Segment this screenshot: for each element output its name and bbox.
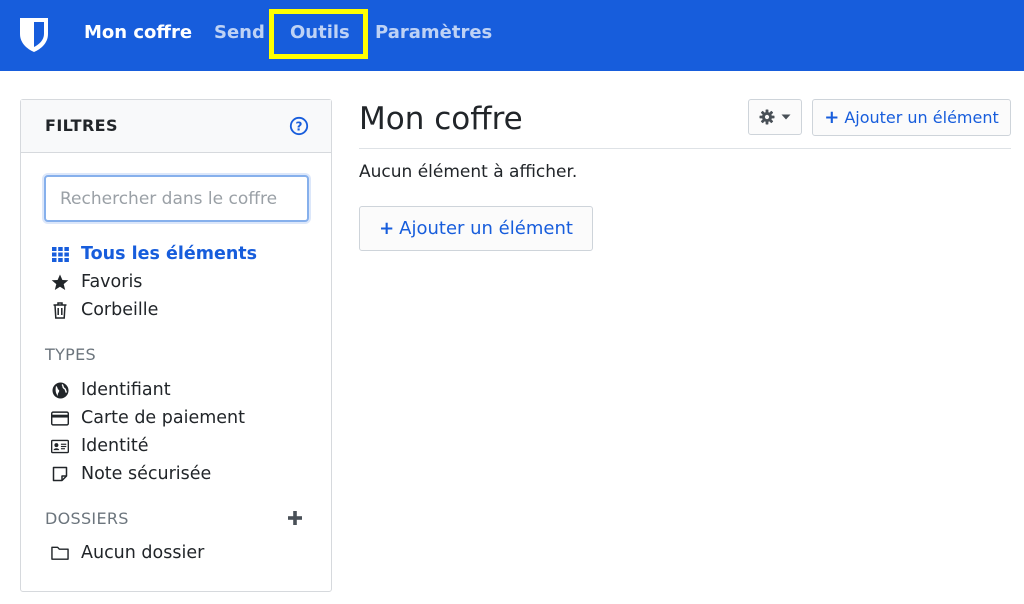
nav-my-vault[interactable]: Mon coffre — [84, 22, 192, 44]
filter-type-identity[interactable]: Identité — [51, 435, 148, 457]
nav-send[interactable]: Send — [214, 22, 265, 44]
filter-no-folder[interactable]: Aucun dossier — [51, 542, 204, 564]
filter-type-card[interactable]: Carte de paiement — [51, 407, 245, 429]
add-folder-icon[interactable] — [286, 509, 304, 527]
star-icon — [51, 273, 69, 291]
globe-icon — [51, 381, 69, 399]
top-navbar: Mon coffre Send Outils Paramètres — [0, 0, 1024, 71]
types-heading: TYPES — [45, 345, 96, 364]
filter-type-login[interactable]: Identifiant — [51, 379, 171, 401]
add-item-label: Ajouter un élément — [844, 108, 999, 127]
filter-label: Corbeille — [81, 300, 159, 320]
filters-title: FILTRES — [45, 116, 118, 135]
filter-favorites[interactable]: Favoris — [51, 271, 142, 293]
add-item-button[interactable]: + Ajouter un élément — [812, 99, 1011, 136]
empty-add-item-button[interactable]: + Ajouter un élément — [359, 206, 593, 251]
bitwarden-shield-logo[interactable] — [18, 16, 50, 54]
filter-label: Tous les éléments — [81, 244, 258, 264]
filter-all-items[interactable]: Tous les éléments — [51, 243, 257, 265]
note-icon — [51, 465, 69, 483]
nav-settings[interactable]: Paramètres — [375, 22, 492, 44]
page-title: Mon coffre — [359, 101, 523, 137]
vault-search-input[interactable] — [44, 175, 309, 222]
help-icon[interactable]: ? — [289, 116, 309, 136]
filters-header: FILTRES ? — [21, 100, 331, 153]
filter-label: Carte de paiement — [81, 408, 245, 428]
plus-icon: + — [379, 218, 395, 239]
gear-icon — [759, 109, 775, 125]
filter-label: Favoris — [81, 272, 143, 292]
vault-options-dropdown[interactable] — [748, 99, 802, 135]
credit-card-icon — [51, 409, 69, 427]
plus-icon: + — [824, 107, 840, 128]
folders-heading: DOSSIERS — [45, 509, 129, 528]
filter-label: Identifiant — [81, 380, 171, 400]
grid-icon — [51, 245, 69, 263]
nav-tools[interactable]: Outils — [290, 22, 350, 44]
title-divider — [359, 148, 1011, 149]
folder-icon — [51, 544, 69, 562]
id-card-icon — [51, 437, 69, 455]
filter-label: Identité — [81, 436, 149, 456]
empty-add-item-label: Ajouter un élément — [399, 218, 573, 239]
empty-state-text: Aucun élément à afficher. — [359, 162, 578, 182]
caret-down-icon — [781, 114, 791, 120]
trash-icon — [51, 301, 69, 319]
filter-label: Note sécurisée — [81, 464, 212, 484]
filter-label: Aucun dossier — [81, 543, 205, 563]
svg-text:?: ? — [296, 120, 303, 134]
filter-trash[interactable]: Corbeille — [51, 299, 158, 321]
filter-type-secure-note[interactable]: Note sécurisée — [51, 463, 211, 485]
filters-card: FILTRES ? Tous les éléments Favoris — [20, 99, 332, 592]
